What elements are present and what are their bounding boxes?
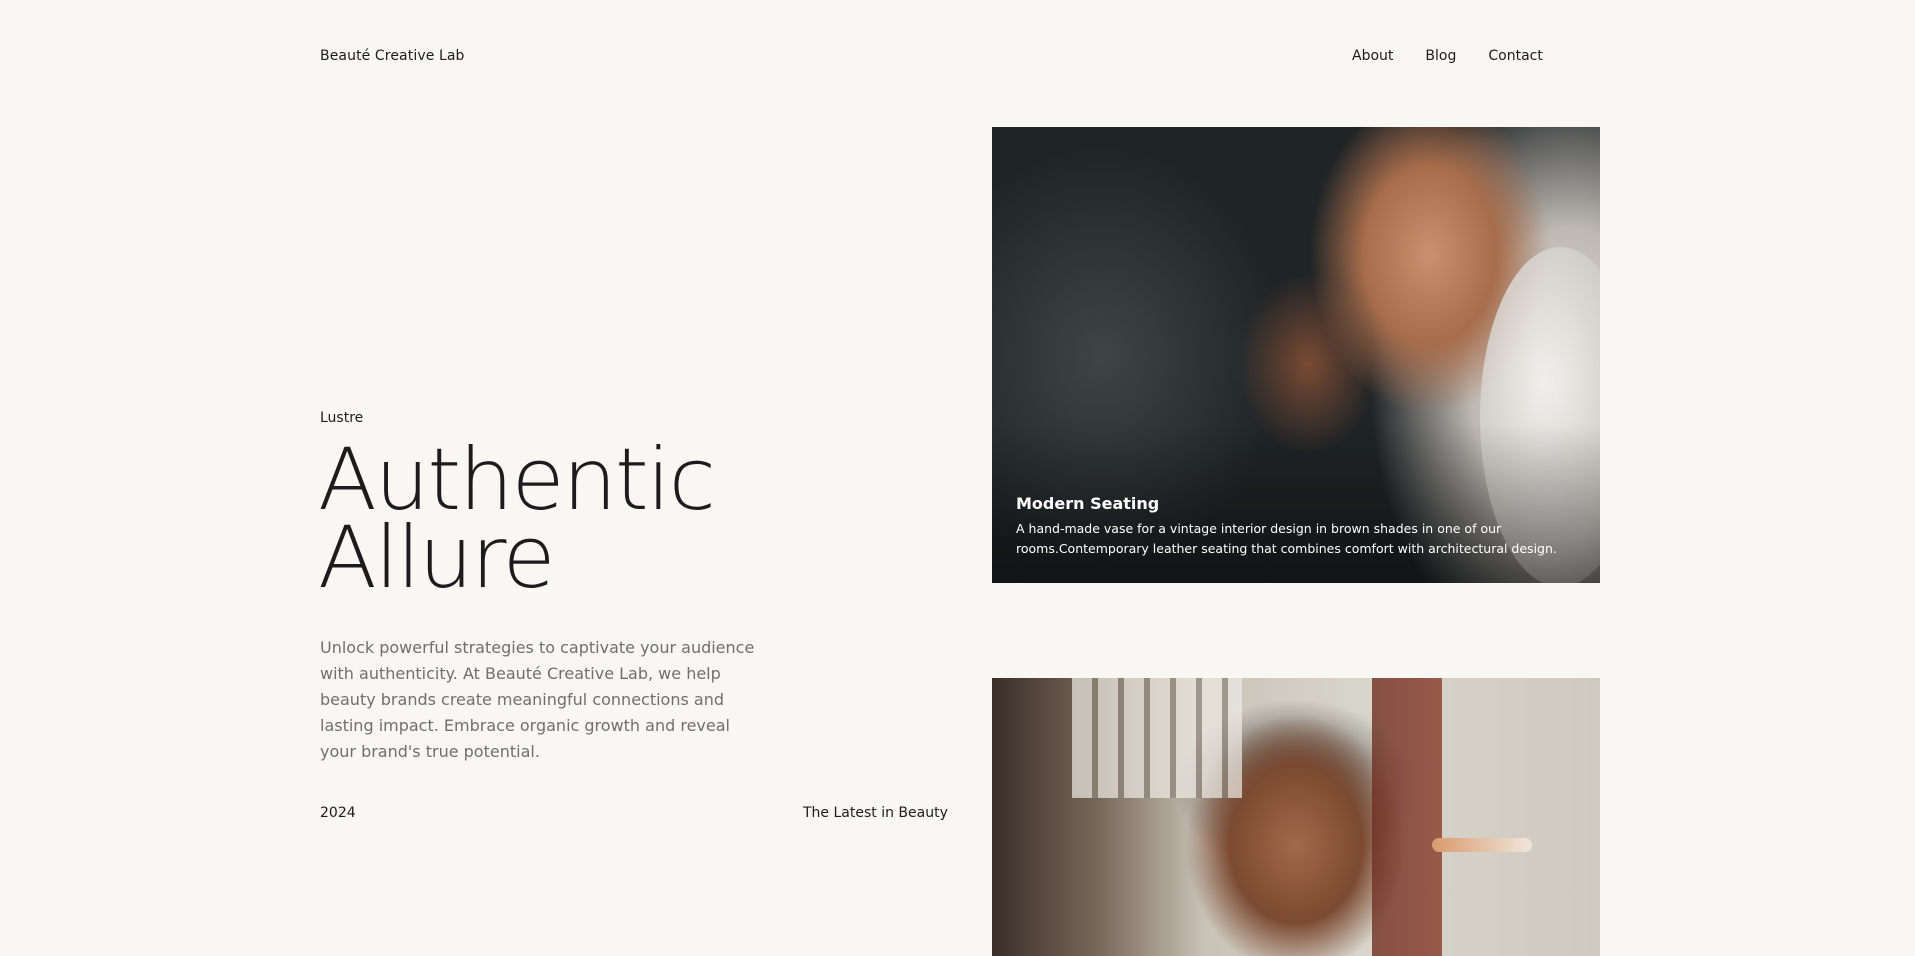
main-nav: About Blog Contact (1352, 48, 1543, 64)
nav-blog-link[interactable]: Blog (1425, 48, 1456, 64)
door-shape (1372, 678, 1442, 956)
hero-headline: Authentic Allure (318, 437, 716, 608)
card-title: Modern Seating (1016, 494, 1160, 513)
featured-card[interactable]: Modern Seating A hand-made vase for a vi… (992, 127, 1600, 583)
nav-about-link[interactable]: About (1352, 48, 1393, 64)
hero-intro: Unlock powerful strategies to captivate … (320, 638, 755, 761)
hero-year: 2024 (320, 805, 356, 821)
headline-line-2: Allure (318, 508, 556, 608)
hero-eyebrow: Lustre (320, 410, 364, 426)
card-description: A hand-made vase for a vintage interior … (1016, 521, 1557, 556)
window-shape (1072, 678, 1242, 798)
card-caption: Modern Seating A hand-made vase for a vi… (1016, 494, 1560, 559)
nav-contact-link[interactable]: Contact (1488, 48, 1542, 64)
latest-in-beauty-link[interactable]: The Latest in Beauty (803, 805, 948, 821)
brand-logo[interactable]: Beauté Creative Lab (320, 48, 465, 64)
makeup-brush-shape (1432, 838, 1532, 852)
second-image (992, 678, 1600, 956)
page: Beauté Creative Lab About Blog Contact L… (0, 0, 1915, 956)
second-card[interactable] (992, 678, 1600, 956)
